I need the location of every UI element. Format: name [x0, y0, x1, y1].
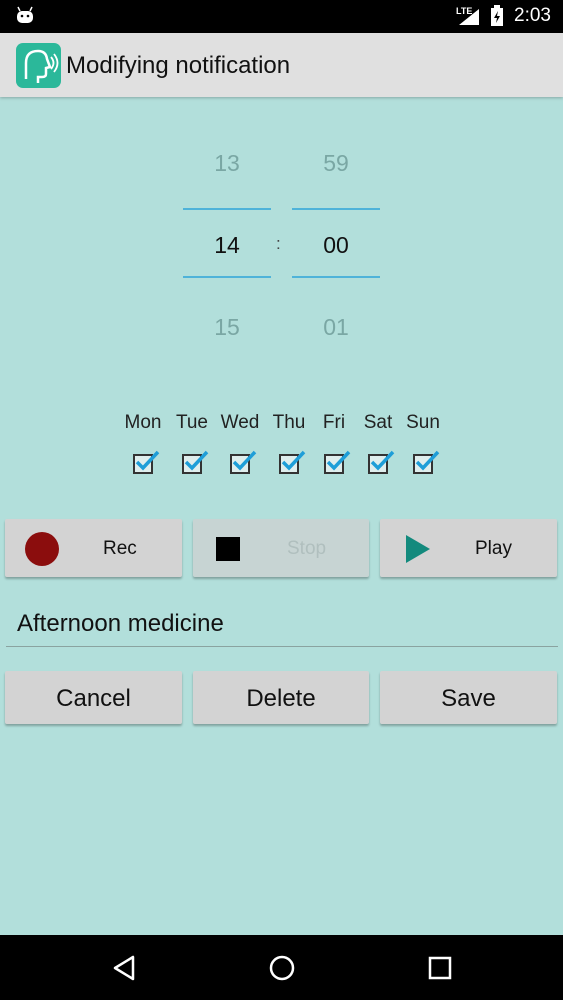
minute-current[interactable]: 00 — [292, 232, 380, 259]
time-separator: : — [276, 234, 281, 253]
navigation-bar — [0, 935, 563, 1000]
cancel-label: Cancel — [56, 685, 131, 712]
checkbox-wed[interactable] — [230, 450, 257, 474]
checkbox-mon[interactable] — [133, 450, 160, 474]
play-button[interactable]: Play — [380, 519, 557, 577]
status-bar: LTE 2:03 — [0, 0, 563, 33]
signal-icon — [459, 9, 479, 25]
hour-prev[interactable]: 13 — [183, 150, 271, 177]
save-label: Save — [441, 685, 496, 712]
stop-icon — [216, 537, 240, 561]
rec-label: Rec — [103, 538, 137, 559]
delete-button[interactable]: Delete — [193, 671, 369, 724]
page-title: Modifying notification — [66, 52, 291, 79]
record-icon — [25, 532, 59, 566]
checkbox-thu[interactable] — [279, 450, 306, 474]
delete-label: Delete — [246, 685, 316, 712]
message-field[interactable]: Afternoon medicine — [6, 610, 558, 650]
message-text[interactable]: Afternoon medicine — [17, 610, 224, 638]
message-underline — [6, 646, 558, 647]
minute-divider-bottom — [292, 276, 380, 278]
rec-button[interactable]: Rec — [5, 519, 182, 577]
hour-current[interactable]: 14 — [183, 232, 271, 259]
checkmark-icon — [281, 450, 306, 471]
checkbox-sun[interactable] — [413, 450, 440, 474]
stop-button[interactable]: Stop — [193, 519, 369, 577]
checkbox-fri[interactable] — [324, 450, 351, 474]
minute-prev[interactable]: 59 — [292, 150, 380, 177]
day-label-thu: Thu — [272, 412, 306, 433]
minute-divider-top — [292, 208, 380, 210]
checkmark-icon — [415, 450, 440, 471]
day-label-fri: Fri — [322, 412, 346, 433]
save-button[interactable]: Save — [380, 671, 557, 724]
checkmark-icon — [370, 450, 395, 471]
face-speaking-icon — [24, 49, 59, 83]
checkmark-icon — [184, 450, 209, 471]
hour-divider-bottom — [183, 276, 271, 278]
play-icon — [406, 535, 430, 563]
hour-next[interactable]: 15 — [183, 314, 271, 341]
checkmark-icon — [232, 450, 257, 471]
android-robot-icon — [17, 6, 33, 23]
day-label-tue: Tue — [175, 412, 209, 433]
minute-next[interactable]: 01 — [292, 314, 380, 341]
home-icon[interactable] — [268, 954, 296, 982]
cancel-button[interactable]: Cancel — [5, 671, 182, 724]
stop-label: Stop — [287, 538, 327, 559]
app-icon — [16, 43, 61, 88]
day-label-sat: Sat — [363, 412, 393, 433]
day-label-sun: Sun — [406, 412, 440, 433]
day-label-mon: Mon — [124, 412, 162, 433]
back-icon[interactable] — [112, 955, 136, 981]
checkmark-icon — [135, 450, 160, 471]
checkbox-sat[interactable] — [368, 450, 395, 474]
checkbox-tue[interactable] — [182, 450, 209, 474]
clock: 2:03 — [514, 5, 551, 26]
battery-charging-icon — [491, 5, 503, 26]
play-label: Play — [475, 538, 512, 559]
hour-divider-top — [183, 208, 271, 210]
recent-apps-icon[interactable] — [428, 956, 452, 980]
checkmark-icon — [326, 450, 351, 471]
day-label-wed: Wed — [220, 412, 260, 433]
action-bar: Modifying notification — [0, 33, 563, 97]
